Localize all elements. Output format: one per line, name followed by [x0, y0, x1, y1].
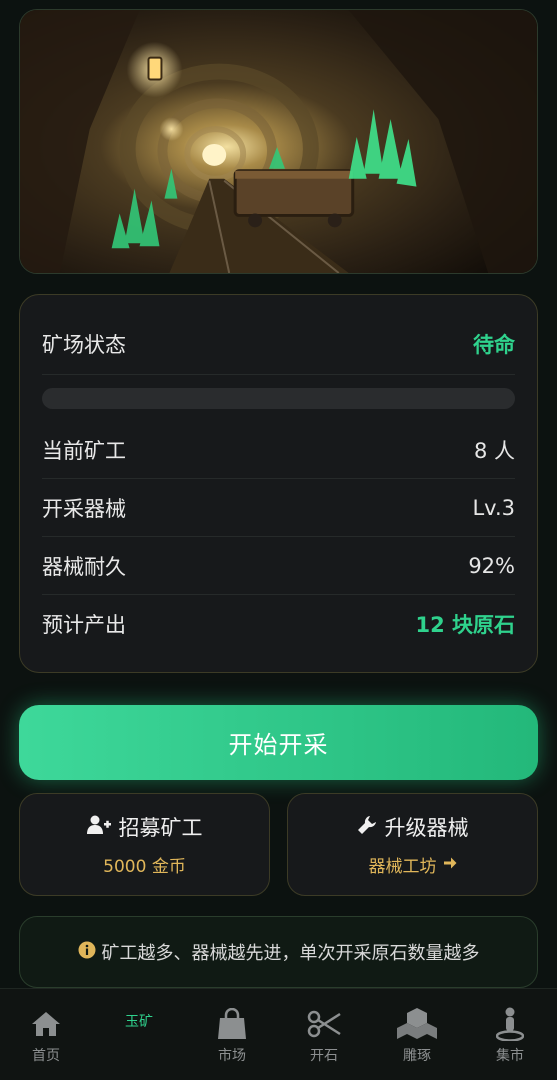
- mining-progress-bar: [42, 388, 515, 409]
- nav-item-carve[interactable]: 雕琢: [371, 989, 463, 1080]
- nav-label-home: 首页: [32, 1048, 60, 1064]
- start-mining-label: 开始开采: [228, 731, 329, 759]
- info-icon: [78, 941, 96, 964]
- arrow-right-icon: [443, 855, 457, 875]
- user-plus-icon: [86, 815, 111, 840]
- recruit-label: 招募矿工: [118, 816, 203, 840]
- equipment-label: 开采器械: [42, 497, 126, 521]
- home-icon: [31, 1007, 61, 1041]
- divider: [42, 478, 515, 479]
- bottom-nav: 首页 玉矿 市场 开石 雕琢 集市: [0, 988, 557, 1080]
- workshop-link: 器械工坊: [368, 857, 437, 877]
- mine-page: 矿场状态 待命 当前矿工 8 人 开采器械 Lv.3 器械耐久 92% 预计产出…: [0, 0, 557, 1080]
- divider: [42, 374, 515, 375]
- nav-item-market[interactable]: 市场: [186, 989, 278, 1080]
- miners-value: 8 人: [473, 439, 515, 463]
- recruit-miner-button[interactable]: 招募矿工 5000 金币: [19, 793, 270, 896]
- durability-label: 器械耐久: [42, 555, 126, 579]
- mine-state-label: 矿场状态: [42, 333, 126, 357]
- durability-row: 器械耐久 92%: [42, 551, 515, 581]
- start-mining-button[interactable]: 开始开采: [19, 705, 538, 780]
- upgrade-equipment-button[interactable]: 升级器械 器械工坊: [287, 793, 538, 896]
- scissors-icon: [307, 1007, 341, 1041]
- divider: [42, 594, 515, 595]
- output-row: 预计产出 12 块原石: [42, 609, 515, 639]
- nav-item-mine[interactable]: 玉矿: [93, 989, 185, 1080]
- nav-label-mine: 玉矿: [125, 1014, 153, 1030]
- wrench-icon: [357, 815, 377, 840]
- nav-label-bazaar: 集市: [496, 1048, 524, 1064]
- output-value: 12 块原石: [415, 613, 515, 637]
- durability-value: 92%: [468, 554, 515, 578]
- upgrade-label: 升级器械: [384, 816, 469, 840]
- nav-label-market: 市场: [218, 1048, 246, 1064]
- divider: [42, 536, 515, 537]
- shopping-bag-icon: [217, 1007, 247, 1041]
- tip-text: 矿工越多、器械越先进，单次开采原石数量越多: [101, 943, 480, 964]
- mine-tunnel-image: [19, 9, 538, 274]
- nav-label-cut: 开石: [310, 1048, 338, 1064]
- person-pin-icon: [496, 1007, 524, 1041]
- tip-box: 矿工越多、器械越先进，单次开采原石数量越多: [19, 916, 538, 988]
- miners-label: 当前矿工: [42, 439, 126, 463]
- equipment-value: Lv.3: [472, 496, 515, 520]
- equipment-row: 开采器械 Lv.3: [42, 493, 515, 523]
- mine-state-value: 待命: [473, 333, 515, 357]
- mine-status-card: 矿场状态 待命 当前矿工 8 人 开采器械 Lv.3 器械耐久 92% 预计产出…: [19, 294, 538, 673]
- recruit-cost: 5000 金币: [103, 857, 186, 877]
- mine-state-row: 矿场状态 待命: [42, 329, 515, 359]
- nav-item-home[interactable]: 首页: [0, 989, 92, 1080]
- nav-label-carve: 雕琢: [403, 1048, 431, 1064]
- output-label: 预计产出: [42, 613, 126, 637]
- nav-item-bazaar[interactable]: 集市: [464, 989, 556, 1080]
- nav-item-cut[interactable]: 开石: [278, 989, 370, 1080]
- cubes-icon: [397, 1007, 437, 1041]
- miners-row: 当前矿工 8 人: [42, 435, 515, 465]
